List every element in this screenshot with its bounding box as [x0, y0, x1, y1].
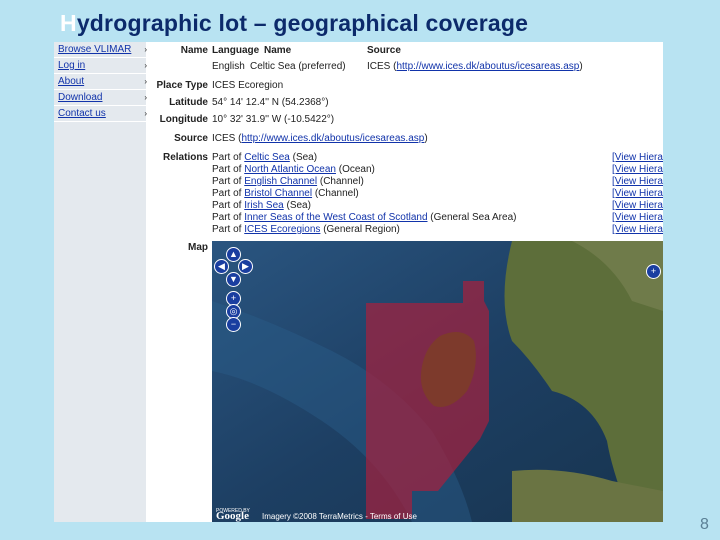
view-hierarchy-link[interactable]: [View Hierarchy]	[612, 152, 663, 163]
name-source-suffix: )	[579, 61, 583, 72]
place-type-value: ICES Ecoregion	[212, 80, 284, 91]
relation-type: (General Region)	[323, 224, 400, 235]
slide-title-text: ydrographic lot – geographical coverage	[76, 10, 529, 36]
name-source-link[interactable]: http://www.ices.dk/aboutus/icesareas.asp	[396, 61, 579, 72]
view-hierarchy-link[interactable]: [View Hierarchy]	[612, 176, 663, 187]
relation-link[interactable]: English Channel	[244, 176, 317, 187]
view-hierarchy-link[interactable]: [View Hierarchy]	[612, 164, 663, 175]
view-hierarchy-link[interactable]: [View Hierarchy]	[612, 224, 663, 235]
label-longitude: Longitude	[159, 114, 208, 125]
zoom-out-button[interactable]: −	[226, 317, 241, 332]
relation-row: Part of Inner Seas of the West Coast of …	[212, 212, 663, 224]
view-hierarchy-link[interactable]: [View Hierarchy]	[612, 200, 663, 211]
relation-row: Part of North Atlantic Ocean (Ocean) [Vie…	[212, 164, 663, 176]
source-link[interactable]: http://www.ices.dk/aboutus/icesareas.asp	[241, 133, 424, 144]
relation-part-of: Part of	[212, 188, 242, 199]
source-value: ICES (http://www.ices.dk/aboutus/icesare…	[212, 133, 428, 144]
sidebar-item-label: Download	[58, 92, 103, 103]
latitude-value: 54° 14' 12.4'' N (54.2368°)	[212, 97, 329, 108]
satellite-map[interactable]: ▲ ◀ ▶ ▼ + ◎ − + POWERED BY Google Imager…	[212, 241, 663, 522]
relation-link[interactable]: Inner Seas of the West Coast of Scotland	[244, 212, 427, 223]
label-place-type: Place Type	[156, 80, 208, 91]
relation-type: (Sea)	[292, 152, 318, 163]
label-latitude: Latitude	[169, 97, 208, 108]
map-imagery	[212, 241, 663, 522]
relation-type: (Ocean)	[338, 164, 375, 175]
relation-link[interactable]: ICES Ecoregions	[244, 224, 320, 235]
view-hierarchy-link[interactable]: [View Hierarchy]	[612, 212, 663, 223]
relation-part-of: Part of	[212, 224, 242, 235]
pan-right-button[interactable]: ▶	[238, 259, 253, 274]
relation-part-of: Part of	[212, 200, 242, 211]
sidebar-item-label: Browse VLIMAR	[58, 44, 132, 55]
name-source: ICES (http://www.ices.dk/aboutus/icesare…	[367, 61, 583, 72]
relation-part-of: Part of	[212, 152, 242, 163]
source-prefix: ICES (	[212, 133, 242, 144]
slide-title: Hydrographic lot – geographical coverage	[60, 10, 528, 37]
relation-part-of: Part of	[212, 164, 242, 175]
relation-link[interactable]: Irish Sea	[244, 200, 283, 211]
relation-row: Part of Irish Sea (Sea) [View Hierarchy]	[212, 200, 663, 212]
expand-map-button[interactable]: +	[646, 264, 661, 279]
relation-type: (Channel)	[319, 176, 364, 187]
sidebar-item-browse[interactable]: Browse VLIMAR ›	[54, 42, 147, 58]
relation-row: Part of Celtic Sea (Sea) [View Hierarchy]	[212, 152, 663, 164]
name-language: English	[212, 61, 245, 72]
sidebar-item-label: Log in	[58, 60, 86, 71]
sidebar-item-download[interactable]: Download ›	[54, 90, 147, 106]
label-name: Name	[180, 45, 208, 56]
view-hierarchy-link[interactable]: [View Hierarchy]	[612, 188, 663, 199]
sidebar-nav: Browse VLIMAR › Log in › About › Download › …	[54, 42, 147, 522]
slide-page-number: 8	[700, 516, 709, 533]
google-logo[interactable]: Google	[216, 510, 249, 522]
header-language: Language	[212, 45, 260, 56]
pan-left-button[interactable]: ◀	[214, 259, 229, 274]
label-source: Source	[174, 133, 208, 144]
sidebar-item-about[interactable]: About ›	[54, 74, 147, 90]
relation-type: (Sea)	[286, 200, 311, 211]
relation-type: (General Sea Area)	[430, 212, 517, 223]
label-relations: Relations	[162, 152, 208, 163]
header-source: Source	[367, 45, 401, 56]
relation-part-of: Part of	[212, 212, 242, 223]
relation-row: Part of English Channel (Channel) [View H…	[212, 176, 663, 188]
relation-type: (Channel)	[314, 188, 359, 199]
pan-up-button[interactable]: ▲	[226, 247, 241, 262]
source-suffix: )	[424, 133, 428, 144]
web-page: Browse VLIMAR › Log in › About › Download › …	[54, 42, 663, 522]
sidebar-item-label: About	[58, 76, 85, 87]
map-copyright[interactable]: Imagery ©2008 TerraMetrics - Terms of Us…	[262, 512, 417, 521]
header-name: Name	[264, 45, 292, 56]
label-map: Map	[188, 242, 208, 253]
slide-title-initial: H	[60, 10, 77, 36]
sidebar-item-contact[interactable]: Contact us ›	[54, 106, 147, 122]
sidebar-item-label: Contact us	[58, 108, 106, 119]
relation-part-of: Part of	[212, 176, 242, 187]
relation-link[interactable]: Celtic Sea	[244, 152, 290, 163]
relation-link[interactable]: Bristol Channel	[244, 188, 312, 199]
record-content: Name Language Name Source English Celtic…	[146, 42, 663, 522]
pan-down-button[interactable]: ▼	[226, 272, 241, 287]
name-value: Celtic Sea (preferred)	[250, 61, 346, 72]
relation-row: Part of ICES Ecoregions (General Region)…	[212, 224, 663, 236]
longitude-value: 10° 32' 31.9'' W (-10.5422°)	[212, 114, 335, 125]
relation-row: Part of Bristol Channel (Channel) [View H…	[212, 188, 663, 200]
sidebar-item-login[interactable]: Log in ›	[54, 58, 147, 74]
relation-link[interactable]: North Atlantic Ocean	[244, 164, 336, 175]
name-source-prefix: ICES (	[367, 61, 397, 72]
